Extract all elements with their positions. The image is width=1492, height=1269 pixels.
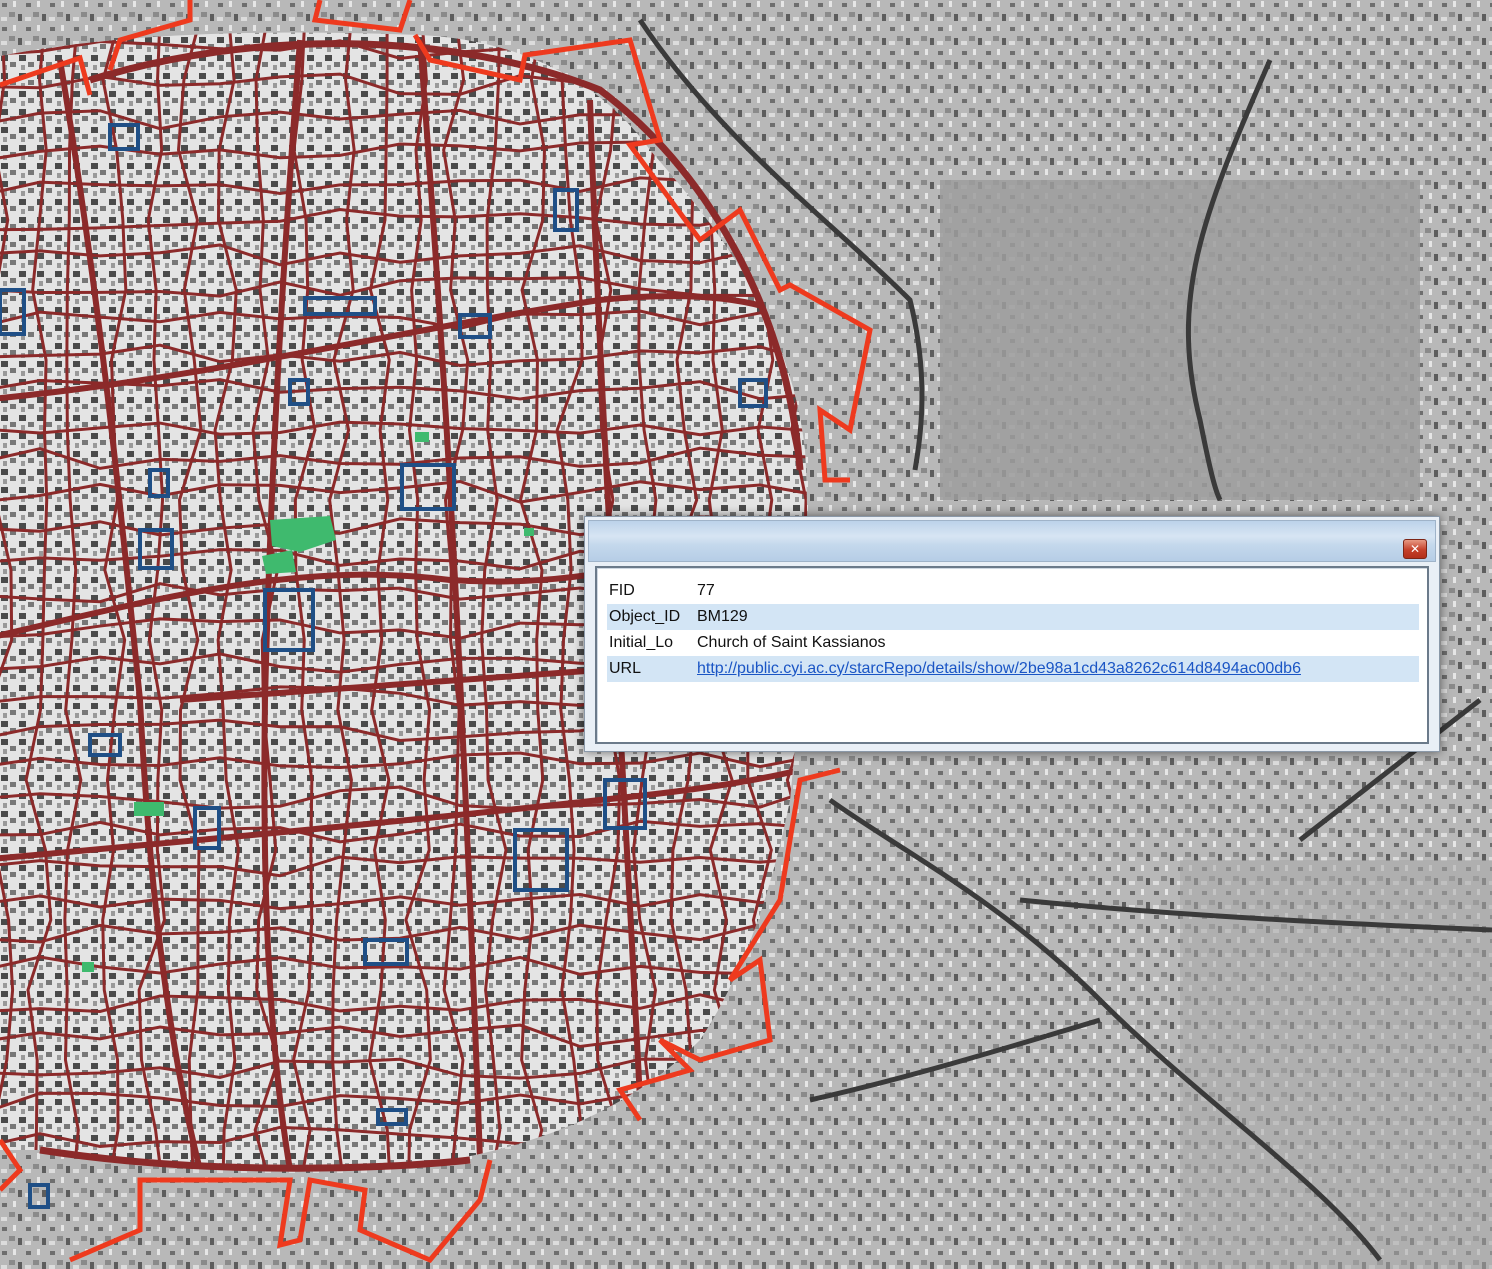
attribute-row: Object_ID BM129: [607, 604, 1419, 630]
open-field: [940, 180, 1420, 500]
attribute-table: FID 77 Object_ID BM129 Initial_Lo Church…: [607, 578, 1419, 682]
field-name: Initial_Lo: [609, 634, 674, 651]
popup-titlebar[interactable]: [588, 520, 1436, 562]
field-name: FID: [609, 582, 635, 599]
attribute-row: URL http://public.cyi.ac.cy/starcRepo/de…: [607, 656, 1419, 682]
field-value: Church of Saint Kassianos: [697, 634, 886, 651]
field-value: 77: [697, 582, 715, 599]
field-name: URL: [607, 656, 695, 682]
identify-popup: ✕ FID 77 Object_ID BM129 Initial_Lo Chur…: [584, 516, 1440, 752]
field-value: http://public.cyi.ac.cy/starcRepo/detail…: [695, 656, 1419, 682]
attribute-row: Initial_Lo Church of Saint Kassianos: [607, 630, 1419, 656]
attribute-panel: FID 77 Object_ID BM129 Initial_Lo Church…: [595, 566, 1429, 744]
attribute-row: FID 77: [607, 578, 1419, 604]
close-icon[interactable]: ✕: [1403, 539, 1427, 559]
field-name: Object_ID: [607, 604, 695, 630]
url-link[interactable]: http://public.cyi.ac.cy/starcRepo/detail…: [697, 660, 1301, 677]
field-value: BM129: [695, 604, 1419, 630]
